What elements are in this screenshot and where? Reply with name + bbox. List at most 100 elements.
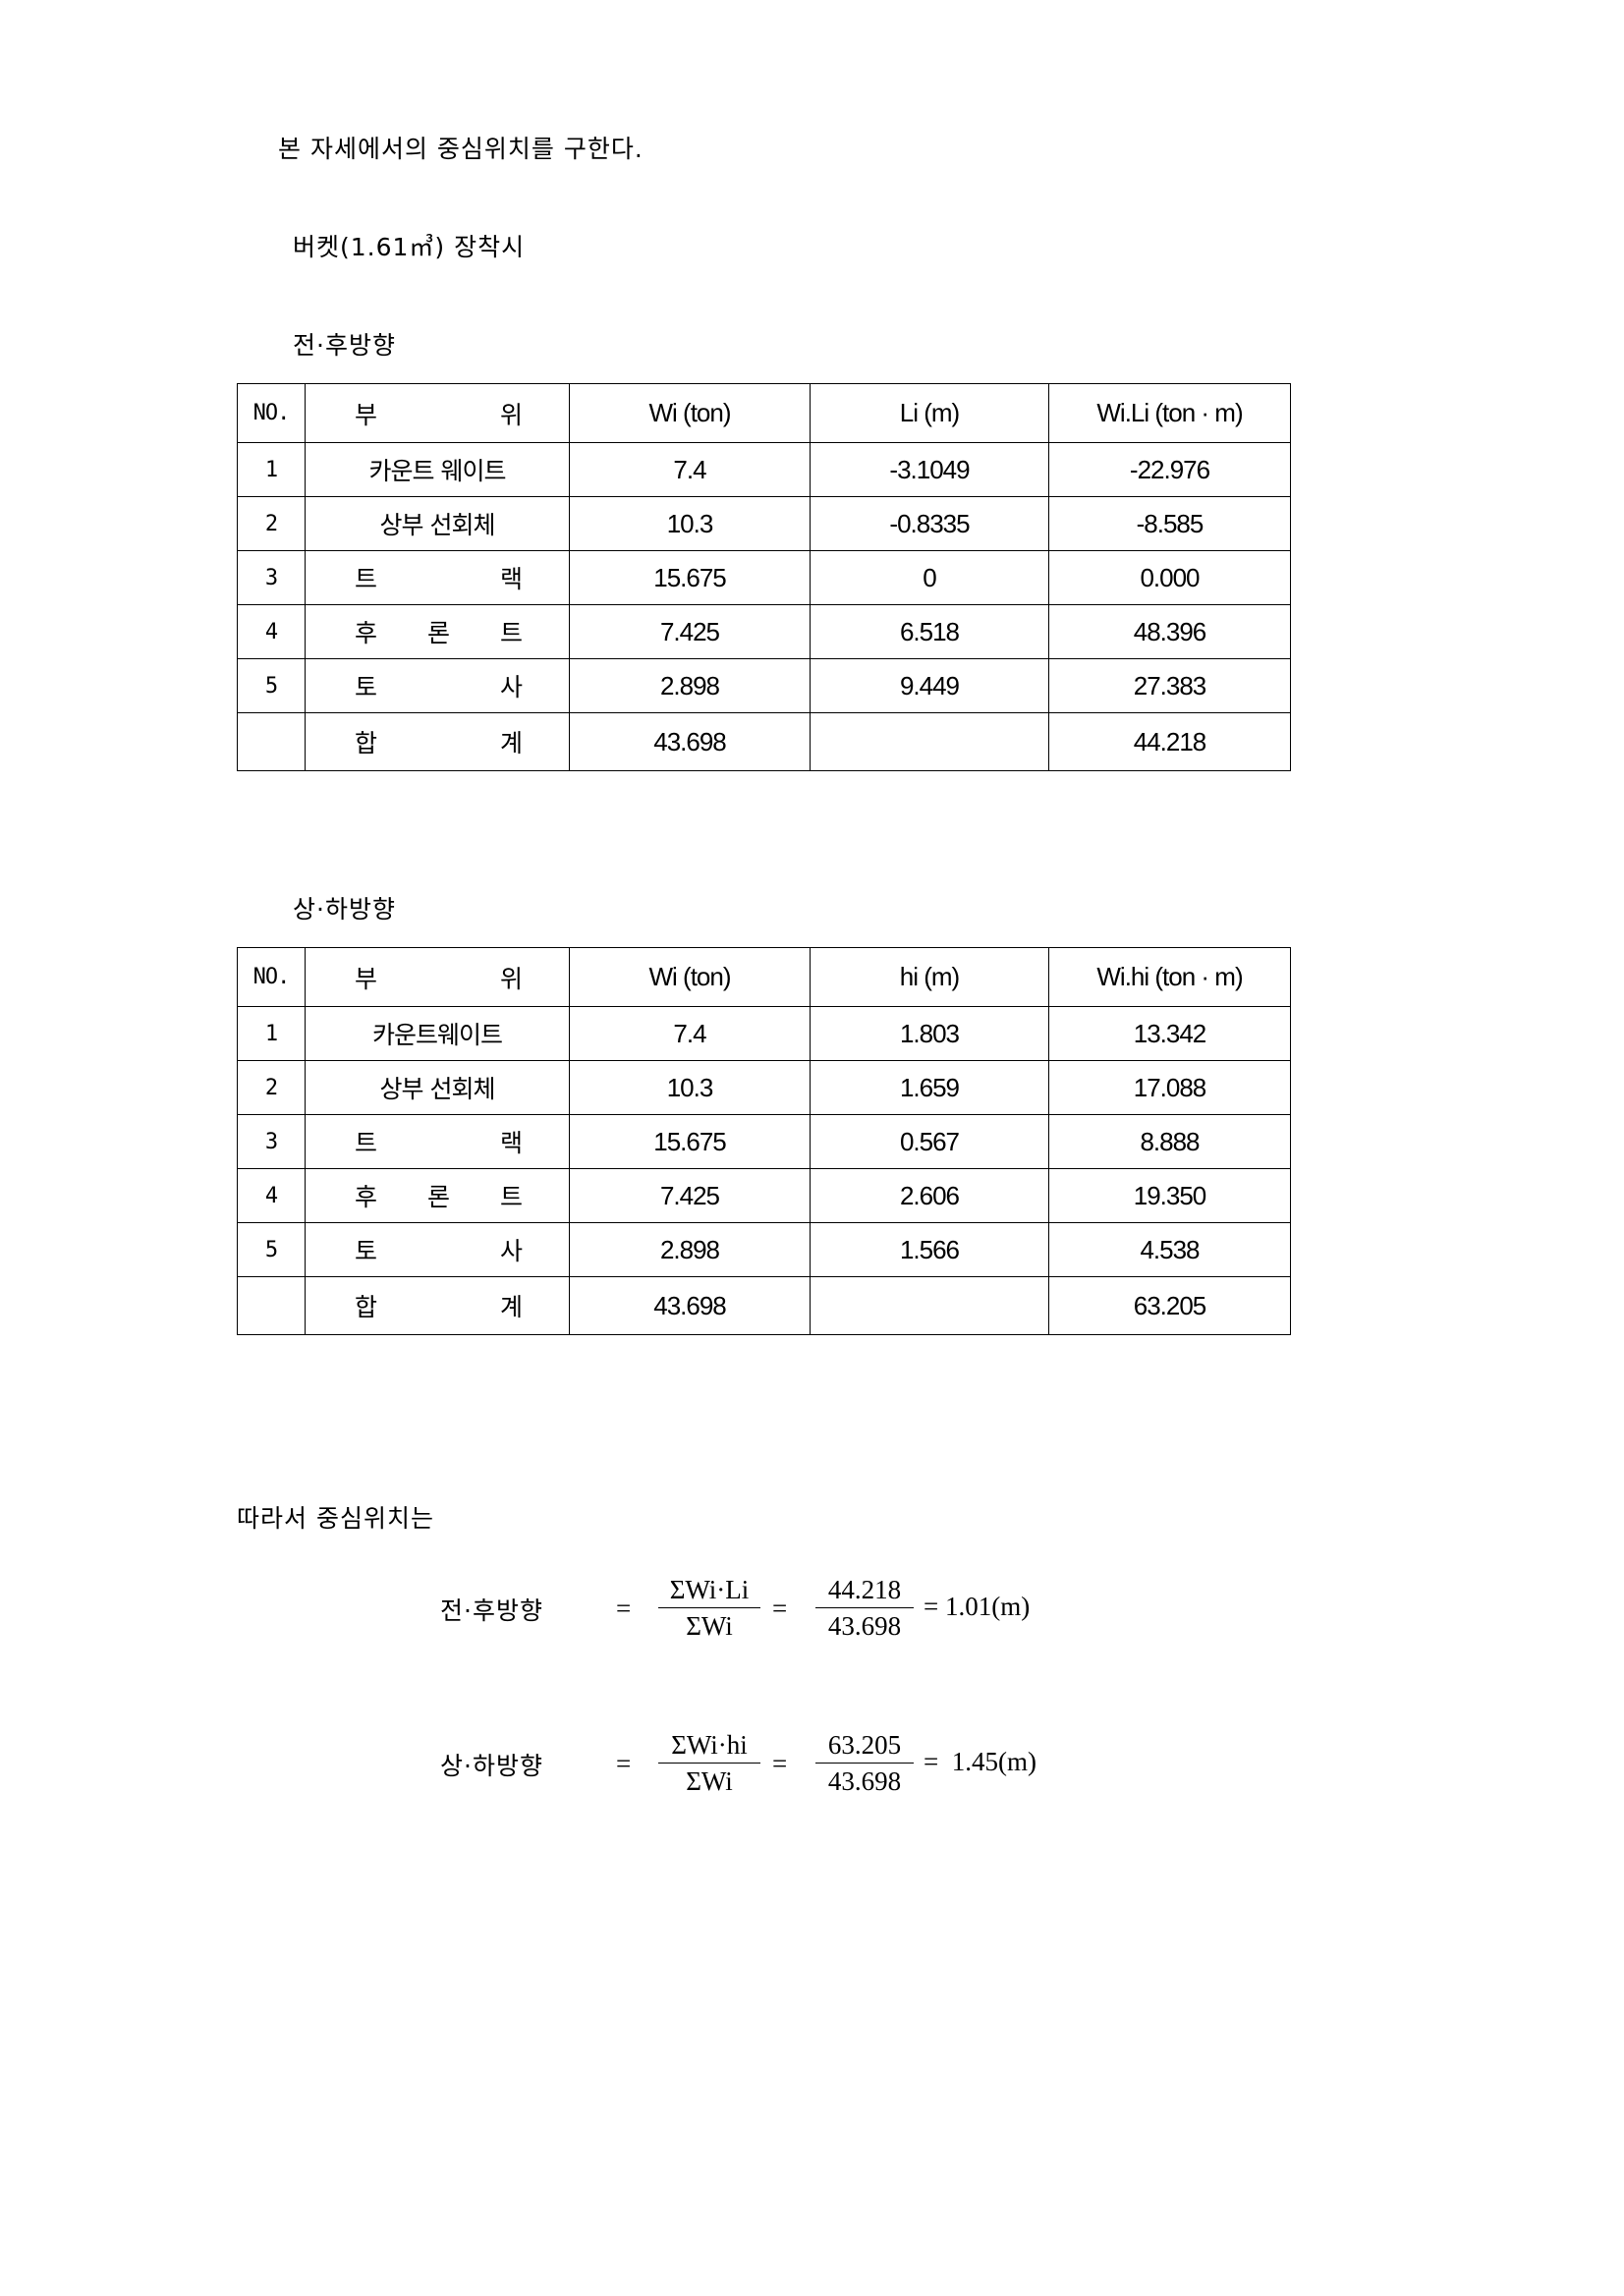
fraction-numerator: 44.218 [815,1575,914,1608]
cell-hi: 1.803 [810,1006,1049,1061]
cell-li: -3.1049 [810,442,1049,497]
table-total-row: 합 계 43.698 63.205 [237,1276,1291,1335]
cell-wi: 7.425 [569,604,811,659]
cell-li: 9.449 [810,658,1049,713]
cell-wili: -22.976 [1048,442,1291,497]
cell-part: 후 론 트 [305,1168,570,1223]
cell-wi: 2.898 [569,658,811,713]
cell-wihi: 4.538 [1048,1222,1291,1277]
cell-wi: 10.3 [569,496,811,551]
cell-wili: 27.383 [1048,658,1291,713]
cell-no: 1 [237,1006,306,1061]
header-wili: Wi.Li (ton · m) [1048,383,1291,443]
fraction-sum: ΣWi·Li ΣWi [658,1575,760,1642]
fraction-denominator: 43.698 [827,1766,902,1796]
cell-part: 상부 선회체 [305,1060,570,1115]
cell-part: 토 사 [305,1222,570,1277]
fraction-denominator: ΣWi [686,1611,733,1641]
cell-total-label: 합 계 [305,1276,570,1335]
fraction-values: 63.205 43.698 [815,1730,914,1797]
table-row: 4 후 론 트 7.425 2.606 19.350 [237,1168,1291,1223]
cell-hi: 1.566 [810,1222,1049,1277]
table-row: 3 트 랙 15.675 0 0.000 [237,550,1291,605]
fraction-denominator: 43.698 [827,1611,902,1641]
table-header-row: NO. 부 위 Wi (ton) Li (m) Wi.Li (ton · m) [237,383,1291,443]
cell-total-li [810,712,1049,771]
formula-label-front-back: 전·후방향 [440,1596,543,1625]
formula-result: = 1.45(m) [924,1747,1036,1776]
cell-total-wili: 44.218 [1048,712,1291,771]
formula-eq: = [772,1749,788,1778]
fraction-numerator: ΣWi·hi [658,1730,760,1764]
formula-label-up-down: 상·하방향 [440,1752,543,1780]
cell-wi: 10.3 [569,1060,811,1115]
cell-hi: 1.659 [810,1060,1049,1115]
cell-part: 카운트 웨이트 [305,442,570,497]
cell-hi: 2.606 [810,1168,1049,1223]
table-row: 1 카운트 웨이트 7.4 -3.1049 -22.976 [237,442,1291,497]
header-no: NO. [237,947,306,1007]
formula-eq: = [616,1594,632,1623]
cell-no: 5 [237,1222,306,1277]
cell-no: 1 [237,442,306,497]
cell-part: 트 랙 [305,1114,570,1169]
header-wi: Wi (ton) [569,947,811,1007]
cell-li: 0 [810,550,1049,605]
formula-eq: = [772,1594,788,1623]
cell-wi: 15.675 [569,1114,811,1169]
cell-wi: 2.898 [569,1222,811,1277]
cell-wi: 7.425 [569,1168,811,1223]
cell-wihi: 13.342 [1048,1006,1291,1061]
cell-wili: -8.585 [1048,496,1291,551]
intro-text: 본 자세에서의 중심위치를 구한다. [278,135,644,163]
cell-no: 2 [237,496,306,551]
table-row: 3 트 랙 15.675 0.567 8.888 [237,1114,1291,1169]
cell-no: 3 [237,1114,306,1169]
cell-total-wihi: 63.205 [1048,1276,1291,1335]
cell-wi: 7.4 [569,1006,811,1061]
fraction-sum: ΣWi·hi ΣWi [658,1730,760,1797]
cell-li: -0.8335 [810,496,1049,551]
fraction-numerator: 63.205 [815,1730,914,1764]
section-title-front-back: 전·후방향 [293,331,396,360]
cell-part: 카운트웨이트 [305,1006,570,1061]
table-row: 2 상부 선회체 10.3 1.659 17.088 [237,1060,1291,1115]
cell-no: 3 [237,550,306,605]
header-hi: hi (m) [810,947,1049,1007]
cell-wili: 0.000 [1048,550,1291,605]
cell-no: 5 [237,658,306,713]
cell-part: 토 사 [305,658,570,713]
conclusion-text: 따라서 중심위치는 [237,1504,434,1533]
table-row: 1 카운트웨이트 7.4 1.803 13.342 [237,1006,1291,1061]
cell-wihi: 19.350 [1048,1168,1291,1223]
header-part: 부 위 [305,383,570,443]
table-header-row: NO. 부 위 Wi (ton) hi (m) Wi.hi (ton · m) [237,947,1291,1007]
table-row: 5 토 사 2.898 9.449 27.383 [237,658,1291,713]
cell-li: 6.518 [810,604,1049,659]
header-li: Li (m) [810,383,1049,443]
fraction-numerator: ΣWi·Li [658,1575,760,1608]
front-back-table: NO. 부 위 Wi (ton) Li (m) Wi.Li (ton · m) … [237,383,1291,771]
table-row: 2 상부 선회체 10.3 -0.8335 -8.585 [237,496,1291,551]
cell-part: 후 론 트 [305,604,570,659]
cell-total-wi: 43.698 [569,1276,811,1335]
table-row: 4 후 론 트 7.425 6.518 48.396 [237,604,1291,659]
cell-wi: 15.675 [569,550,811,605]
formula-eq: = [616,1749,632,1778]
cell-no: 4 [237,604,306,659]
formula-result: = 1.01(m) [924,1592,1031,1621]
table-total-row: 합 계 43.698 44.218 [237,712,1291,771]
cell-wi: 7.4 [569,442,811,497]
cell-total-label: 합 계 [305,712,570,771]
cell-wili: 48.396 [1048,604,1291,659]
section-title-up-down: 상·하방향 [293,895,396,924]
up-down-table: NO. 부 위 Wi (ton) hi (m) Wi.hi (ton · m) … [237,947,1291,1335]
cell-hi: 0.567 [810,1114,1049,1169]
fraction-denominator: ΣWi [686,1766,733,1796]
cell-no: 4 [237,1168,306,1223]
header-wi: Wi (ton) [569,383,811,443]
cell-wihi: 8.888 [1048,1114,1291,1169]
cell-part: 상부 선회체 [305,496,570,551]
header-no: NO. [237,383,306,443]
cell-part: 트 랙 [305,550,570,605]
